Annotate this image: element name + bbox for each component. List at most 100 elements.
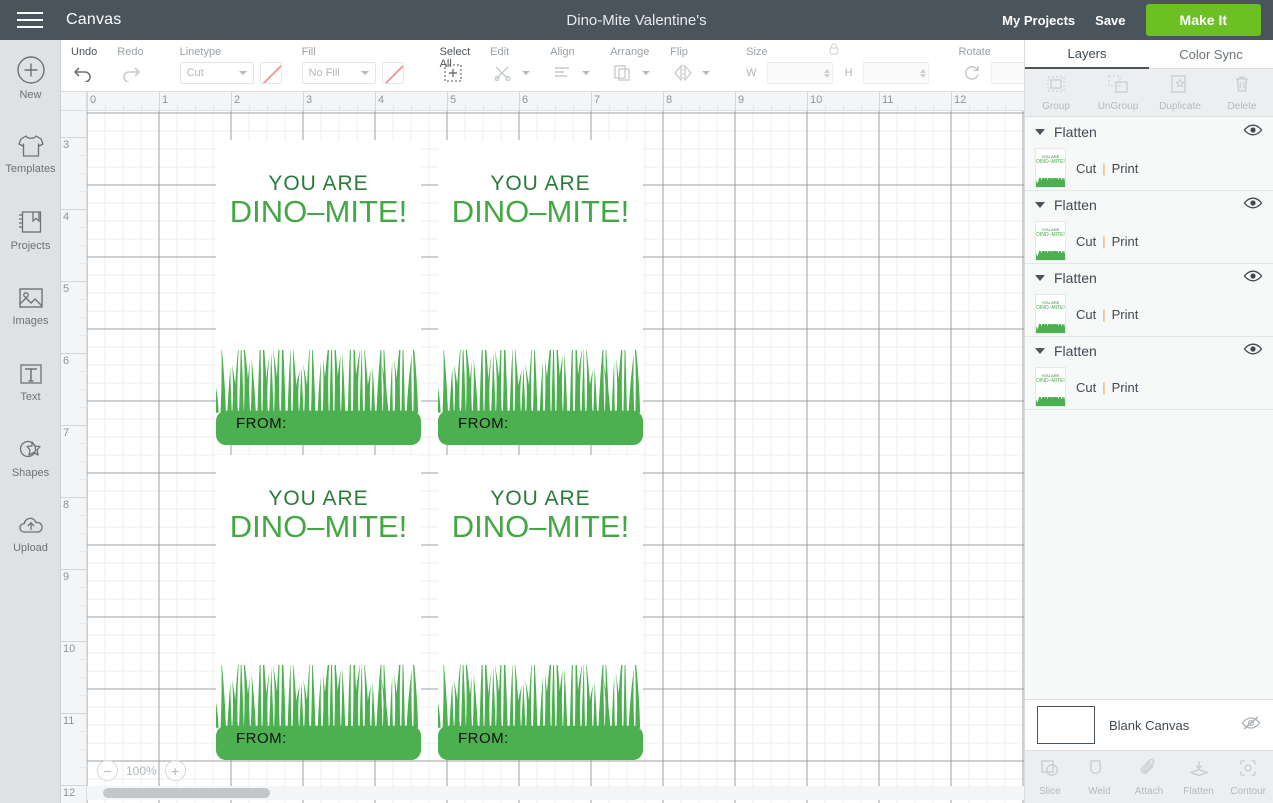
sidebar-item-text[interactable]: Text: [0, 344, 61, 420]
layer-print-label[interactable]: Print: [1112, 234, 1139, 249]
layer-visibility-icon[interactable]: [1243, 196, 1263, 215]
width-stepper[interactable]: [823, 68, 830, 78]
canvas-area[interactable]: YOU ARE DINO–MITE! FROM: YOU ARE DINO–MITE!…: [61, 92, 1024, 803]
sidebar-label-templates: Templates: [5, 163, 56, 175]
height-stepper[interactable]: [919, 68, 926, 78]
caret-down-icon[interactable]: [1035, 348, 1045, 354]
make-it-button[interactable]: Make It: [1145, 4, 1261, 36]
tab-layers[interactable]: Layers: [1025, 40, 1149, 69]
edit-toolbar: Undo Redo Linetype Cut Fill No Fill Sele…: [61, 40, 1134, 92]
layer-cut-label[interactable]: Cut: [1076, 161, 1096, 176]
sidebar-item-upload[interactable]: Upload: [0, 496, 61, 572]
layer-cut-label[interactable]: Cut: [1076, 234, 1096, 249]
layer-row[interactable]: YOU ARE DINO–MITE! Cut | Print: [1025, 292, 1273, 336]
sidebar-label-text: Text: [20, 391, 41, 403]
group-button[interactable]: Group: [1025, 69, 1087, 116]
ruler-v-label: 10: [63, 643, 76, 655]
fill-color-swatch[interactable]: [381, 62, 404, 84]
valentine-card[interactable]: YOU ARE DINO–MITE! FROM:: [434, 455, 643, 760]
duplicate-button[interactable]: Duplicate: [1149, 69, 1211, 116]
ruler-v-label: 9: [63, 571, 70, 583]
ruler-v-label: 12: [63, 787, 76, 799]
flatten-button[interactable]: Flatten: [1174, 751, 1224, 803]
rotate-icon[interactable]: [959, 62, 985, 84]
layer-cut-label[interactable]: Cut: [1076, 307, 1096, 322]
ungroup-button[interactable]: UnGroup: [1087, 69, 1149, 116]
save-button[interactable]: Save: [1095, 13, 1125, 28]
layer-group-header[interactable]: Flatten: [1025, 337, 1273, 365]
width-input[interactable]: [766, 62, 833, 84]
layer-print-label[interactable]: Print: [1112, 307, 1139, 322]
image-icon: [16, 285, 46, 311]
blank-canvas-visibility-hidden-icon[interactable]: [1241, 715, 1261, 736]
layer-group[interactable]: Flatten YOU ARE DINO–MITE! Cut | Print: [1025, 118, 1273, 191]
sidebar-item-images[interactable]: Images: [0, 268, 61, 344]
linetype-select[interactable]: Cut: [179, 62, 254, 84]
valentine-card[interactable]: YOU ARE DINO–MITE! FROM:: [434, 140, 643, 445]
layer-cut-label[interactable]: Cut: [1076, 380, 1096, 395]
layer-print-label[interactable]: Print: [1112, 380, 1139, 395]
layer-visibility-icon[interactable]: [1243, 269, 1263, 288]
layer-group-header[interactable]: Flatten: [1025, 191, 1273, 219]
delete-button[interactable]: Delete: [1211, 69, 1273, 116]
layer-group-header[interactable]: Flatten: [1025, 118, 1273, 146]
contour-button[interactable]: Contour: [1223, 751, 1273, 803]
horizontal-scrollbar[interactable]: [87, 786, 1024, 800]
sidebar-item-shapes[interactable]: Shapes: [0, 420, 61, 496]
layer-print-label[interactable]: Print: [1112, 161, 1139, 176]
layer-group[interactable]: Flatten YOU ARE DINO–MITE! Cut | Print: [1025, 264, 1273, 337]
edit-scissors-icon[interactable]: [490, 62, 516, 84]
ruler-tick: [753, 105, 754, 111]
caret-down-icon[interactable]: [1035, 275, 1045, 281]
layer-group[interactable]: Flatten YOU ARE DINO–MITE! Cut | Print: [1025, 337, 1273, 410]
chevron-down-icon[interactable]: [582, 71, 591, 75]
canvas-grid[interactable]: YOU ARE DINO–MITE! FROM: YOU ARE DINO–MITE!…: [87, 111, 1024, 803]
layer-visibility-icon[interactable]: [1243, 123, 1263, 142]
chevron-down-icon[interactable]: [642, 71, 651, 75]
layer-visibility-icon[interactable]: [1243, 342, 1263, 361]
undo-arrow-icon[interactable]: [71, 62, 97, 84]
scrollbar-thumb[interactable]: [103, 788, 270, 798]
layer-group[interactable]: Flatten YOU ARE DINO–MITE! Cut | Print: [1025, 191, 1273, 264]
menu-hamburger-icon[interactable]: [0, 0, 60, 40]
sidebar-item-templates[interactable]: Templates: [0, 116, 61, 192]
valentine-card[interactable]: YOU ARE DINO–MITE! FROM:: [212, 140, 421, 445]
slice-button[interactable]: Slice: [1025, 751, 1075, 803]
ruler-h-label: 5: [450, 94, 457, 106]
valentine-card[interactable]: YOU ARE DINO–MITE! FROM:: [212, 455, 421, 760]
weld-button[interactable]: Weld: [1075, 751, 1125, 803]
select-all-icon[interactable]: [440, 62, 466, 84]
align-icon[interactable]: [550, 62, 576, 84]
align-group: Align: [540, 40, 600, 91]
layer-row[interactable]: YOU ARE DINO–MITE! Cut | Print: [1025, 219, 1273, 263]
caret-down-icon[interactable]: [1035, 202, 1045, 208]
thumb-grass: [1036, 174, 1065, 187]
sidebar-item-projects[interactable]: Projects: [0, 192, 61, 268]
tab-color-sync[interactable]: Color Sync: [1149, 40, 1273, 69]
lock-aspect-ratio-icon[interactable]: [827, 42, 841, 61]
fill-select[interactable]: No Fill: [301, 62, 376, 84]
layer-group-header[interactable]: Flatten: [1025, 264, 1273, 292]
zoom-in-button[interactable]: +: [164, 760, 186, 781]
thumb-grass: [1036, 320, 1065, 333]
layers-list[interactable]: Flatten YOU ARE DINO–MITE! Cut | Print Flatte…: [1025, 118, 1273, 658]
ruler-tick: [627, 105, 628, 111]
my-projects-link[interactable]: My Projects: [1002, 13, 1075, 28]
height-input[interactable]: [862, 62, 929, 84]
flip-group: Flip: [660, 40, 720, 91]
attach-button[interactable]: Attach: [1124, 751, 1174, 803]
thumb-line-2: DINO–MITE!: [1036, 378, 1065, 384]
flip-icon[interactable]: [670, 62, 696, 84]
blank-canvas-row[interactable]: Blank Canvas: [1025, 699, 1273, 751]
zoom-out-button[interactable]: −: [97, 760, 118, 781]
layer-row[interactable]: YOU ARE DINO–MITE! Cut | Print: [1025, 146, 1273, 190]
layer-row[interactable]: YOU ARE DINO–MITE! Cut | Print: [1025, 365, 1273, 409]
chevron-down-icon[interactable]: [702, 71, 711, 75]
sidebar-item-new[interactable]: New: [0, 40, 61, 116]
chevron-down-icon[interactable]: [522, 71, 531, 75]
ruler-h-label: 3: [306, 94, 313, 106]
arrange-icon[interactable]: [610, 62, 636, 84]
caret-down-icon[interactable]: [1035, 129, 1045, 135]
linetype-color-swatch[interactable]: [259, 62, 282, 84]
redo-arrow-icon[interactable]: [117, 62, 143, 84]
